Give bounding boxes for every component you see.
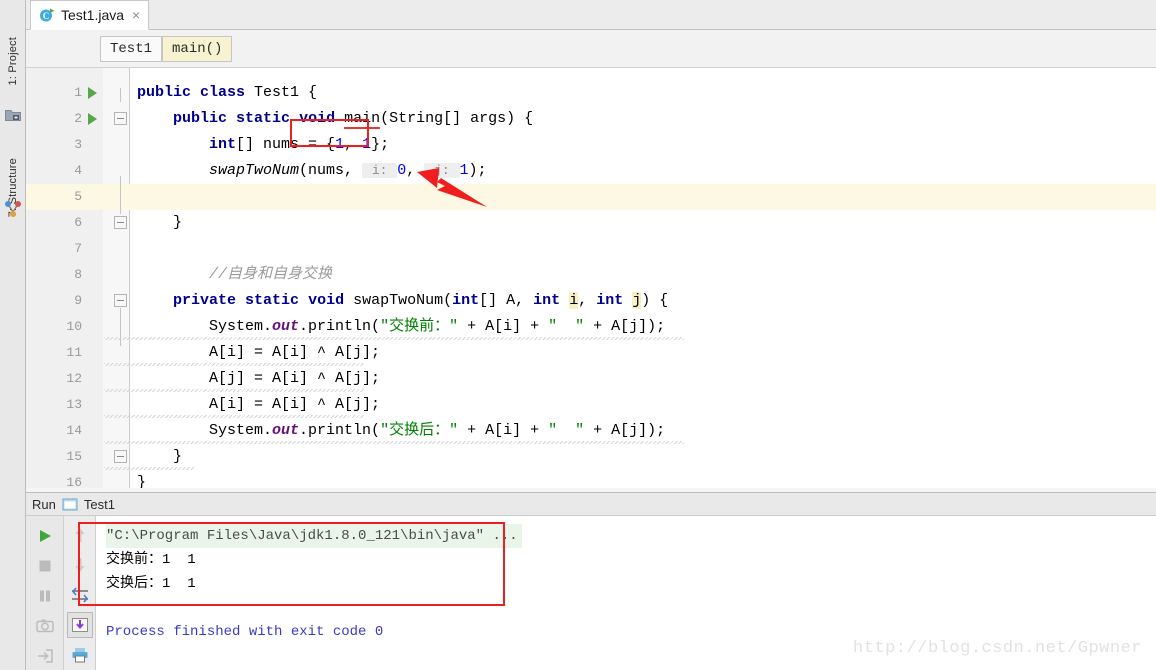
inspection-underline-line-11: [104, 363, 364, 366]
scroll-to-end-button[interactable]: [67, 612, 93, 638]
code-text-line-6: }: [137, 214, 183, 231]
code-text-line-2: public static void main(String[] args) {: [173, 110, 534, 129]
run-gutter-icon-line-1[interactable]: [88, 87, 97, 99]
code-text-line-4: swapTwoNum(nums, i: 0, j: 1);: [209, 162, 487, 179]
console-line-5: Process finished with exit code 0: [106, 624, 384, 640]
run-config-icon: [62, 497, 78, 511]
breadcrumb-item-class[interactable]: Test1: [100, 35, 163, 62]
sidebar-item-structure[interactable]: 7: Structure: [0, 140, 26, 236]
soft-wrap-icon: [72, 587, 88, 603]
editor-line-15[interactable]: 15 }: [26, 444, 1156, 470]
line-number-13: 13: [66, 397, 82, 412]
pause-icon: [40, 590, 50, 602]
structure-node-icon: [5, 200, 21, 218]
print-button[interactable]: [67, 642, 93, 668]
code-editor[interactable]: 1 public class Test1 { 2 public static voi…: [26, 68, 1156, 492]
inspection-underline-line-10: [104, 337, 684, 340]
line-number-4: 4: [74, 163, 82, 178]
scroll-down-button[interactable]: [67, 552, 93, 578]
editor-tab-test1-java[interactable]: C Test1.java ×: [30, 0, 150, 30]
code-text-line-1: public class Test1 {: [137, 84, 318, 101]
run-gutter-icon-line-2[interactable]: [88, 113, 97, 125]
stop-button[interactable]: [33, 554, 57, 578]
left-tool-window-strip: 1: Project 7: Structure: [0, 0, 26, 670]
editor-line-5[interactable]: 5: [26, 184, 1156, 210]
sidebar-item-project-label: 1: Project: [7, 36, 19, 86]
editor-line-9[interactable]: 9 private static void swapTwoNum(int[] A…: [26, 288, 1156, 314]
editor-line-8[interactable]: 8 //自身和自身交换: [26, 262, 1156, 288]
screenshot-button[interactable]: [33, 614, 57, 638]
console-line-3: 交换后：1 1: [106, 576, 196, 592]
breadcrumb: Test1 main(): [26, 30, 1156, 68]
stop-icon: [39, 560, 51, 572]
editor-line-1[interactable]: 1 public class Test1 {: [26, 80, 1156, 106]
fold-rail-line-1: [120, 88, 121, 102]
line-number-15: 15: [66, 449, 82, 464]
line-number-6: 6: [74, 215, 82, 230]
fold-toggle-line-9[interactable]: [114, 294, 127, 307]
editor-line-2[interactable]: 2 public static void main(String[] args)…: [26, 106, 1156, 132]
console-line-1: "C:\Program Files\Java\jdk1.8.0_121\bin\…: [106, 524, 522, 548]
editor-line-6[interactable]: 6 }: [26, 210, 1156, 236]
code-text-line-3: int[] nums = {1, 1};: [209, 136, 390, 153]
editor-line-3[interactable]: 3 int[] nums = {1, 1};: [26, 132, 1156, 158]
run-tool-window-header: Run Test1: [26, 492, 1156, 516]
line-number-14: 14: [66, 423, 82, 438]
rerun-button[interactable]: [33, 524, 57, 548]
run-toolbar-primary: [26, 516, 64, 670]
pause-button[interactable]: [33, 584, 57, 608]
code-text-line-8: //自身和自身交换: [209, 266, 333, 283]
camera-icon: [36, 619, 54, 633]
line-number-10: 10: [66, 319, 82, 334]
play-icon: [40, 530, 51, 542]
project-folder-icon: [5, 108, 21, 122]
inspection-underline-line-13: [104, 415, 364, 418]
editor-tab-label: Test1.java: [61, 7, 125, 23]
line-number-7: 7: [74, 241, 82, 256]
breadcrumb-item-method[interactable]: main(): [162, 35, 233, 62]
intellij-idea-window: 1: Project 7: Structure C Test1.java × T…: [0, 0, 1156, 670]
inspection-underline-line-14: [104, 441, 684, 444]
editor-line-4[interactable]: 4 swapTwoNum(nums, i: 0, j: 1);: [26, 158, 1156, 184]
line-number-8: 8: [74, 267, 82, 282]
arrow-down-icon: [75, 558, 85, 572]
line-number-9: 9: [74, 293, 82, 308]
close-icon[interactable]: ×: [130, 8, 140, 22]
exit-button[interactable]: [33, 644, 57, 668]
line-number-11: 11: [66, 345, 82, 360]
watermark: http://blog.csdn.net/Gpwner: [853, 639, 1142, 658]
fold-toggle-line-6[interactable]: [114, 216, 127, 229]
inspection-underline-line-12: [104, 389, 364, 392]
line-number-12: 12: [66, 371, 82, 386]
printer-icon: [72, 648, 88, 663]
run-toolbar-secondary: [64, 516, 96, 670]
editor-tab-bar: C Test1.java ×: [26, 0, 1156, 30]
run-config-name[interactable]: Test1: [84, 497, 115, 512]
scroll-to-end-icon: [72, 618, 88, 632]
sidebar-item-project[interactable]: 1: Project: [0, 18, 26, 104]
console-line-2: 交换前：1 1: [106, 552, 196, 568]
inspection-underline-line-15: [104, 467, 194, 470]
fold-toggle-line-15[interactable]: [114, 450, 127, 463]
svg-text:C: C: [43, 11, 50, 21]
exit-icon: [38, 649, 53, 663]
line-number-5: 5: [74, 189, 82, 204]
line-number-1: 1: [74, 85, 82, 100]
fold-rail-line-2: [120, 176, 121, 214]
editor-line-7[interactable]: 7: [26, 236, 1156, 262]
line-number-3: 3: [74, 137, 82, 152]
soft-wrap-button[interactable]: [67, 582, 93, 608]
code-text-line-9: private static void swapTwoNum(int[] A, …: [173, 292, 669, 309]
fold-toggle-line-2[interactable]: [114, 112, 127, 125]
line-number-2: 2: [74, 111, 82, 126]
breadcrumb-item-method-label: main(): [172, 40, 223, 57]
arrow-up-icon: [75, 528, 85, 542]
breadcrumb-item-class-label: Test1: [110, 40, 153, 57]
java-class-icon: C: [39, 7, 55, 23]
run-window-title: Run: [32, 496, 56, 512]
scroll-up-button[interactable]: [67, 522, 93, 548]
fold-rail-line-9: [120, 308, 121, 346]
